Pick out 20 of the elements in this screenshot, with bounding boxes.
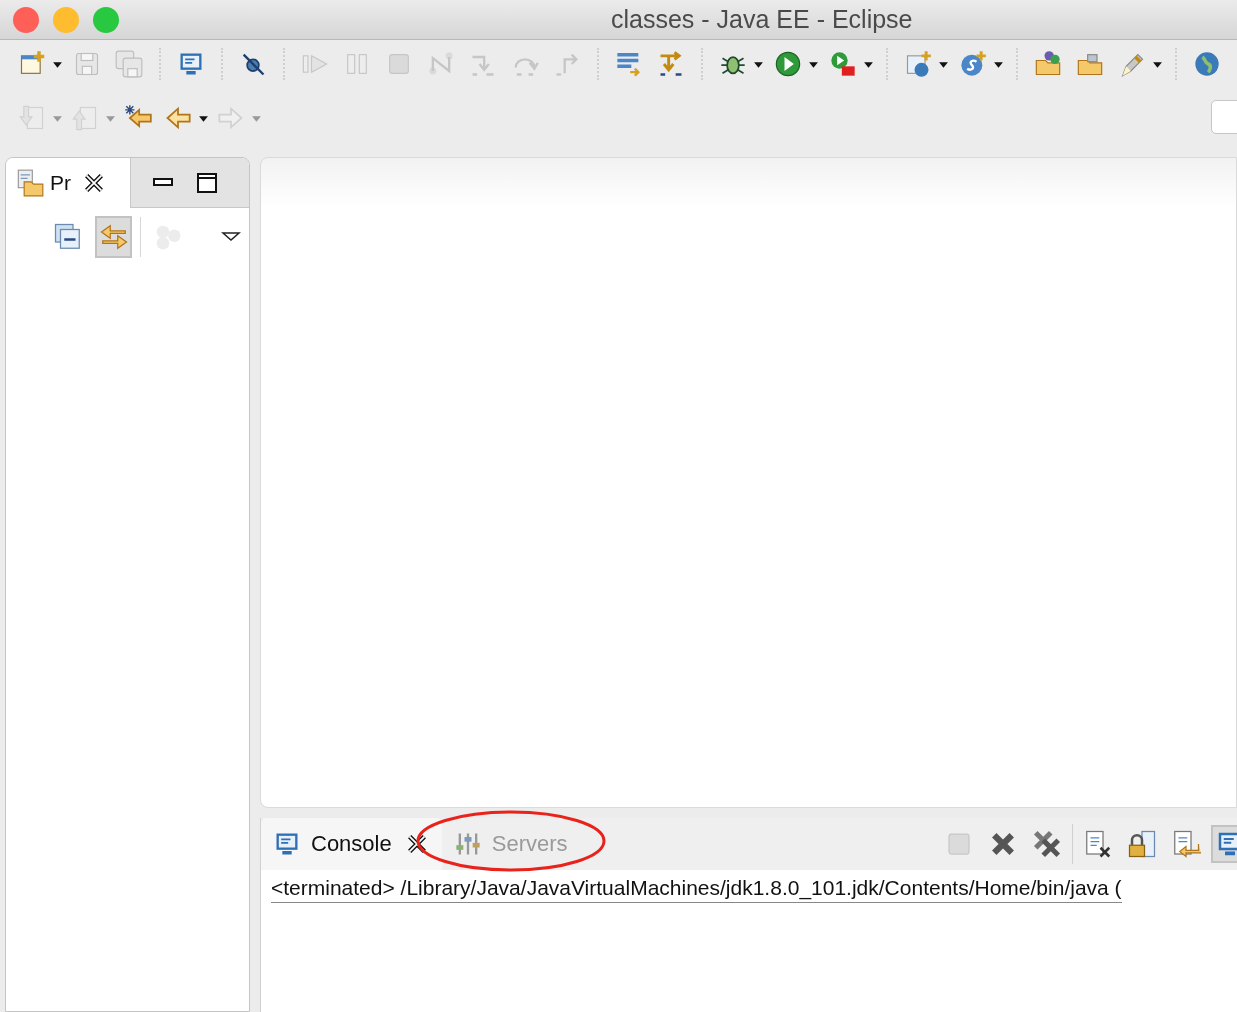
view-tab[interactable]: Console <box>261 818 442 870</box>
left-arrow-icon[interactable] <box>164 104 192 132</box>
close-icon[interactable] <box>83 171 105 194</box>
window-globe-icon[interactable] <box>904 50 932 78</box>
play-icon[interactable] <box>774 50 802 78</box>
close-icon[interactable] <box>405 833 428 855</box>
search-field[interactable] <box>1211 100 1237 134</box>
lines-arrow-icon[interactable] <box>615 50 643 78</box>
project-explorer-tab[interactable]: Pr <box>6 158 131 208</box>
play-toolbox-icon[interactable] <box>829 50 857 78</box>
close-button[interactable] <box>13 6 39 33</box>
two-arrows-icon[interactable] <box>94 216 133 258</box>
tab-label: Pr <box>50 170 71 195</box>
folder-page-icon <box>16 168 44 197</box>
swirl-circle-icon[interactable] <box>959 50 987 78</box>
folder-icon[interactable] <box>1034 50 1062 78</box>
maximize-icon[interactable] <box>195 170 219 195</box>
globe-icon[interactable] <box>1193 50 1221 78</box>
process-label: <terminated> /Library/Java/JavaVirtualMachines/jdk1.8.0_101.jdk/Contents/Home/bin/java ( <box>271 876 1122 903</box>
window-title: classes - Java EE - Eclipse <box>611 5 913 34</box>
